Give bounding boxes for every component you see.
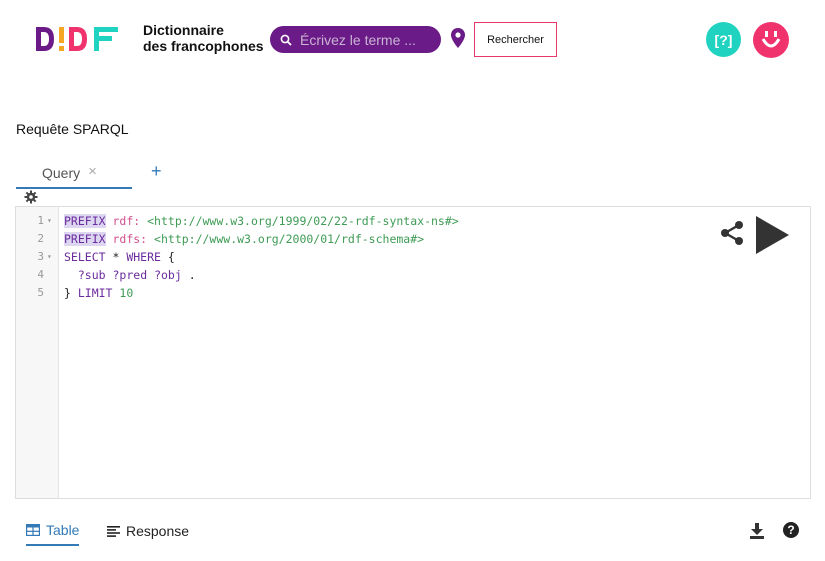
code-line[interactable]: 4 ?sub ?pred ?obj .: [16, 266, 796, 284]
tab-table-label: Table: [46, 522, 80, 538]
line-number: 4: [37, 268, 44, 281]
search-icon: [280, 34, 292, 46]
line-number: 3: [37, 250, 44, 263]
code-token: *: [105, 250, 127, 264]
code-text: SELECT * WHERE {: [64, 248, 175, 266]
page-title: Requête SPARQL: [16, 121, 129, 137]
add-tab-button[interactable]: +: [151, 162, 162, 180]
code-token: <http://www.w3.org/2000/01/rdf-schema#>: [154, 232, 425, 246]
table-icon: [26, 524, 40, 536]
gear-icon[interactable]: [24, 190, 38, 204]
code-token: ?pred: [112, 268, 148, 282]
code-line[interactable]: 1 ▾ PREFIX rdf: <http://www.w3.org/1999/02…: [16, 212, 796, 230]
code-text: ?sub ?pred ?obj .: [64, 266, 196, 284]
code-line[interactable]: 5} LIMIT 10: [16, 284, 796, 302]
code-line[interactable]: 2 PREFIX rdfs: <http://www.w3.org/2000/01…: [16, 230, 796, 248]
brand-name: Dictionnaire des francophones: [143, 22, 264, 54]
code-token: rdf:: [112, 214, 141, 228]
code-token: {: [160, 250, 175, 264]
code-text: } LIMIT 10: [64, 284, 133, 302]
fold-toggle-icon[interactable]: ▾: [47, 212, 52, 230]
code-token: }: [64, 286, 78, 300]
line-number: 1: [37, 214, 44, 227]
tab-label: Query: [42, 165, 81, 181]
tab-query[interactable]: Query ×: [16, 159, 132, 189]
align-left-icon: [107, 525, 120, 537]
code-token: LIMIT: [77, 286, 113, 300]
search-button[interactable]: Rechercher: [474, 22, 557, 57]
code-text: PREFIX rdf: <http://www.w3.org/1999/02/2…: [64, 212, 459, 230]
code-token: PREFIX: [64, 214, 106, 228]
code-token: .: [181, 268, 196, 282]
code-text: PREFIX rdfs: <http://www.w3.org/2000/01/…: [64, 230, 424, 248]
search-box[interactable]: [270, 26, 441, 53]
close-tab-icon[interactable]: ×: [88, 164, 97, 179]
brand-line-2: des francophones: [143, 38, 264, 54]
code-token: SELECT: [64, 250, 106, 264]
location-pin-icon[interactable]: [451, 28, 465, 48]
smiley-icon: [761, 31, 781, 48]
line-number: 2: [37, 232, 44, 245]
tab-table[interactable]: Table: [26, 522, 80, 546]
code-token: ?sub: [77, 268, 106, 282]
tab-response-label: Response: [126, 523, 190, 539]
help-button[interactable]: [?]: [706, 22, 741, 57]
code-token: WHERE: [126, 250, 161, 264]
code-line[interactable]: 3 ▾ SELECT * WHERE {: [16, 248, 796, 266]
tab-response[interactable]: Response: [107, 522, 189, 546]
code-token: <http://www.w3.org/1999/02/22-rdf-syntax…: [147, 214, 459, 228]
help-icon[interactable]: ?: [783, 522, 799, 538]
sparql-editor[interactable]: 1 ▾ PREFIX rdf: <http://www.w3.org/1999/02…: [15, 206, 811, 499]
ddf-logo[interactable]: [34, 25, 122, 53]
brand-line-1: Dictionnaire: [143, 22, 224, 38]
code-token: 10: [119, 286, 134, 300]
fold-toggle-icon[interactable]: ▾: [47, 248, 52, 266]
search-input[interactable]: [300, 31, 440, 48]
code-token: rdfs:: [112, 232, 148, 246]
user-account-button[interactable]: [753, 22, 789, 58]
code-token: PREFIX: [64, 232, 106, 246]
line-number: 5: [37, 286, 44, 299]
download-icon[interactable]: [750, 523, 764, 539]
code-token: ?obj: [154, 268, 182, 282]
